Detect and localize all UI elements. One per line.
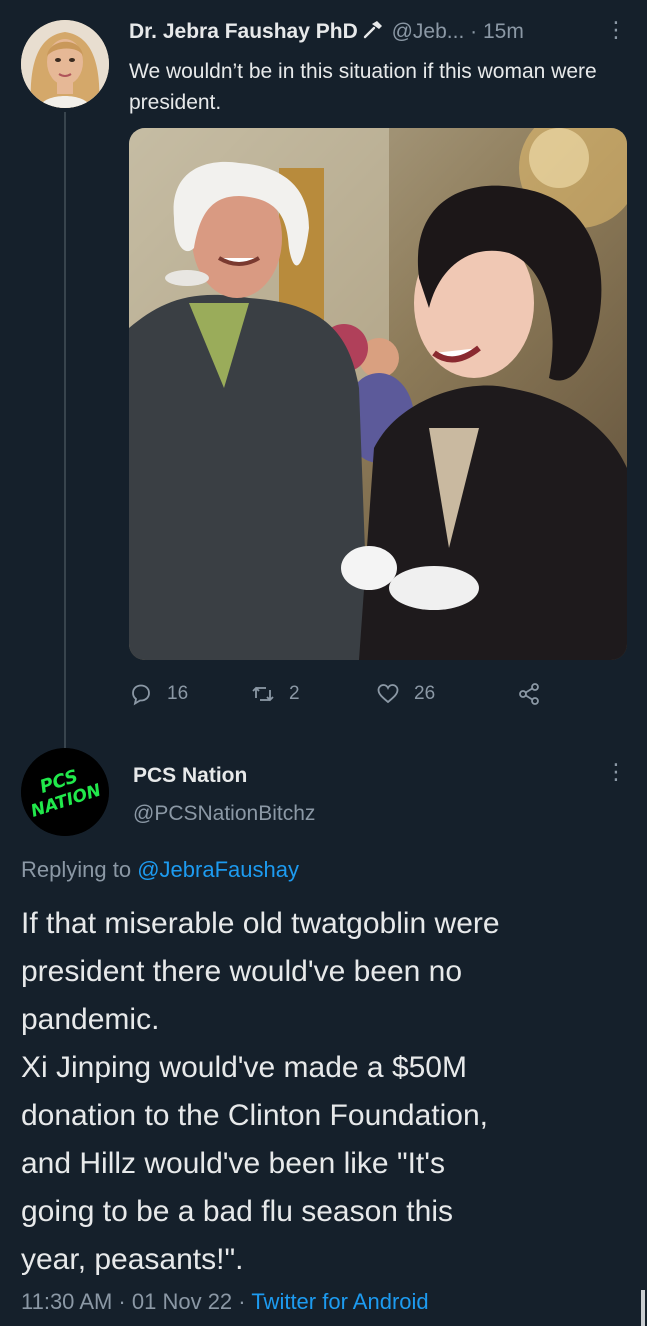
tweet-actions: 16 2 26 — [129, 676, 569, 712]
author-handle[interactable]: @Jeb... — [392, 20, 465, 43]
tweet-source-link[interactable]: Twitter for Android — [251, 1289, 428, 1314]
reply-count: 16 — [167, 683, 189, 704]
retweet-icon — [252, 686, 274, 702]
share-button[interactable] — [517, 676, 555, 712]
tweet-meta: 11:30 AM · 01 Nov 22 · Twitter for Andro… — [21, 1289, 429, 1315]
like-count: 26 — [414, 683, 436, 704]
author-avatar[interactable] — [21, 20, 109, 108]
avatar-portrait-image — [21, 20, 109, 108]
author-avatar-pcs[interactable]: PCS NATION — [21, 748, 109, 836]
reply-icon — [132, 684, 150, 706]
author-handle[interactable]: @PCSNationBitchz — [133, 802, 315, 826]
more-options-icon[interactable]: ⋮ — [605, 761, 627, 783]
retweet-button[interactable]: 2 — [251, 676, 300, 712]
replying-handle-link[interactable]: @JebraFaushay — [137, 857, 299, 882]
share-icon — [519, 683, 539, 705]
tweet-header: Dr. Jebra Faushay PhD @Jeb... · 15m — [129, 20, 629, 50]
tweet-text: We wouldn’t be in this situation if this… — [129, 60, 597, 114]
thread-connector — [64, 112, 66, 748]
author-name[interactable]: Dr. Jebra Faushay PhD — [129, 20, 358, 43]
reply-button[interactable]: 16 — [129, 676, 188, 712]
tweet-media-image[interactable] — [129, 128, 627, 660]
heart-icon — [377, 684, 399, 704]
scrollbar[interactable] — [641, 1290, 645, 1326]
more-options-icon[interactable]: ⋮ — [605, 19, 627, 41]
hammer-icon — [362, 20, 384, 40]
tweet-time[interactable]: · 15m — [470, 20, 524, 43]
like-button[interactable]: 26 — [376, 676, 435, 712]
pcs-nation-logo: PCS NATION — [21, 748, 109, 836]
retweet-count: 2 — [289, 683, 300, 704]
replying-label: Replying to — [21, 857, 132, 882]
author-name[interactable]: PCS Nation — [133, 764, 247, 788]
tweet-text: If that miserable old twatgoblin were pr… — [21, 907, 500, 1276]
replying-to-line: Replying to @JebraFaushay — [21, 857, 299, 883]
tweet-timestamp[interactable]: 11:30 AM · 01 Nov 22 · — [21, 1289, 246, 1314]
